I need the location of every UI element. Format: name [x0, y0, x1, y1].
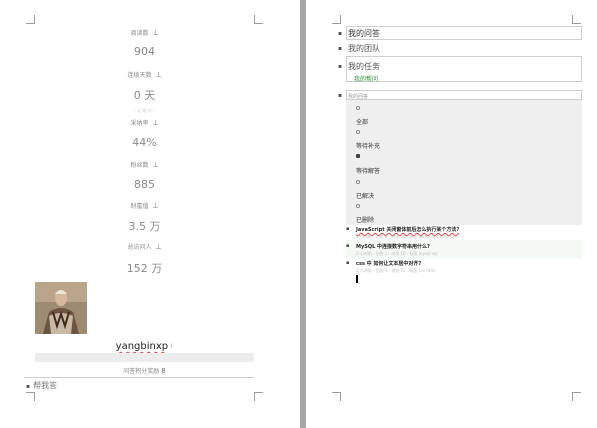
question-title[interactable]: css 中 如何让文本居中对齐?: [356, 260, 421, 267]
menu-item-my-qa[interactable]: 我的问答: [348, 28, 380, 39]
pin-icon[interactable]: ⊥: [152, 161, 158, 169]
menu-box: [346, 56, 582, 82]
right-document-page: ▪ 我的问答 ▪ 我的团队 ▪ 我的任务 我的帮问 ▪ 我的回答 全部 等待补充…: [306, 0, 597, 428]
question-meta: 3 小时前 · 回答 3 · 浏览 52 · 标签 css html: [356, 268, 436, 273]
filter-option[interactable]: 全部: [356, 117, 368, 126]
filter-option[interactable]: 等待解答: [356, 166, 380, 175]
stat-label: 连续天数 ⊥: [127, 71, 162, 79]
page-corner-mark: [572, 15, 581, 24]
page-corner-mark: [332, 15, 341, 24]
pin-icon[interactable]: ⊥: [155, 71, 161, 79]
pin-icon[interactable]: ⊥: [152, 202, 158, 210]
task-link[interactable]: 我的帮问: [354, 74, 378, 83]
bullet-dot: ▪: [338, 30, 343, 37]
question-title[interactable]: JavaScript 关闭窗体前后怎么执行某个方法?: [356, 226, 459, 233]
stat-value: 152 万: [126, 262, 163, 275]
menu-box: [346, 90, 582, 100]
radio-mark[interactable]: [356, 106, 360, 110]
stat-label: 总访问人 ⊥: [127, 243, 162, 251]
menu-item-help-answer[interactable]: ▪ 帮我答: [26, 380, 57, 391]
paragraph-mark: ↓: [169, 343, 174, 349]
my-questions-label: 我的回答: [348, 94, 369, 100]
bullet-dot: ▪: [338, 63, 343, 70]
menu-item-my-team[interactable]: 我的团队: [348, 43, 380, 54]
stat-value: 904: [134, 45, 155, 58]
filter-option[interactable]: 已删除: [356, 215, 374, 224]
radio-mark[interactable]: [356, 180, 360, 184]
question-title[interactable]: MySQL 中连接数字符串用什么?: [356, 243, 430, 250]
filter-option[interactable]: 等待补充: [356, 141, 380, 150]
page-corner-mark: [26, 15, 35, 24]
stat-value: 44%: [132, 136, 157, 149]
filter-panel: [346, 100, 582, 225]
bullet-dot: ▪: [338, 92, 343, 99]
page-corner-mark: [254, 392, 263, 401]
bullet-dot: ▪: [346, 260, 350, 266]
left-document-page: 阅读数 ⊥ 904 连续天数 ⊥ 0 天 - 让 给 力 - 采纳率 ⊥ 44% 粉丝…: [0, 0, 300, 428]
question-meta: 2 小时前 · 回答 1 · 浏览 18 · 标签 mysql sql: [356, 251, 438, 256]
pin-icon[interactable]: ⊥: [152, 29, 158, 37]
radio-mark-selected[interactable]: [356, 154, 360, 158]
stat-label: 采纳率 ⊥: [130, 119, 159, 127]
page-corner-mark: [254, 15, 263, 24]
avatar-image: [35, 282, 87, 334]
divider-bar: [35, 353, 254, 362]
stat-value: 3.5 万: [128, 220, 161, 233]
pin-icon[interactable]: ⊥: [155, 243, 161, 251]
radio-mark[interactable]: [356, 204, 360, 208]
stat-value: 0 天: [133, 89, 156, 102]
page-corner-mark: [332, 392, 341, 401]
pin-icon[interactable]: ⊥: [152, 119, 158, 127]
stat-label: 阅读数 ⊥: [130, 29, 159, 37]
credit-row: 问答积分奖励 8: [123, 367, 166, 375]
menu-box: [346, 26, 582, 40]
username[interactable]: yangbinxp↓: [35, 341, 254, 352]
bullet-dot: ▪: [338, 45, 343, 52]
bullet-dot: ▪: [346, 226, 350, 232]
page-corner-mark: [26, 392, 35, 401]
page-corner-mark: [572, 392, 581, 401]
stat-label: 财富值 ⊥: [130, 202, 159, 210]
menu-item-my-tasks[interactable]: 我的任务: [348, 61, 380, 72]
section-divider: [24, 377, 254, 378]
filter-option[interactable]: 已解决: [356, 191, 374, 200]
stat-value: 885: [134, 178, 155, 191]
avatar[interactable]: [35, 282, 87, 334]
stat-label: 粉丝数 ⊥: [130, 161, 159, 169]
tiny-note: - 让 给 力 -: [134, 108, 155, 113]
bullet-dot: ▪: [346, 243, 350, 249]
radio-mark[interactable]: [356, 130, 360, 134]
text-caret: [356, 275, 358, 283]
